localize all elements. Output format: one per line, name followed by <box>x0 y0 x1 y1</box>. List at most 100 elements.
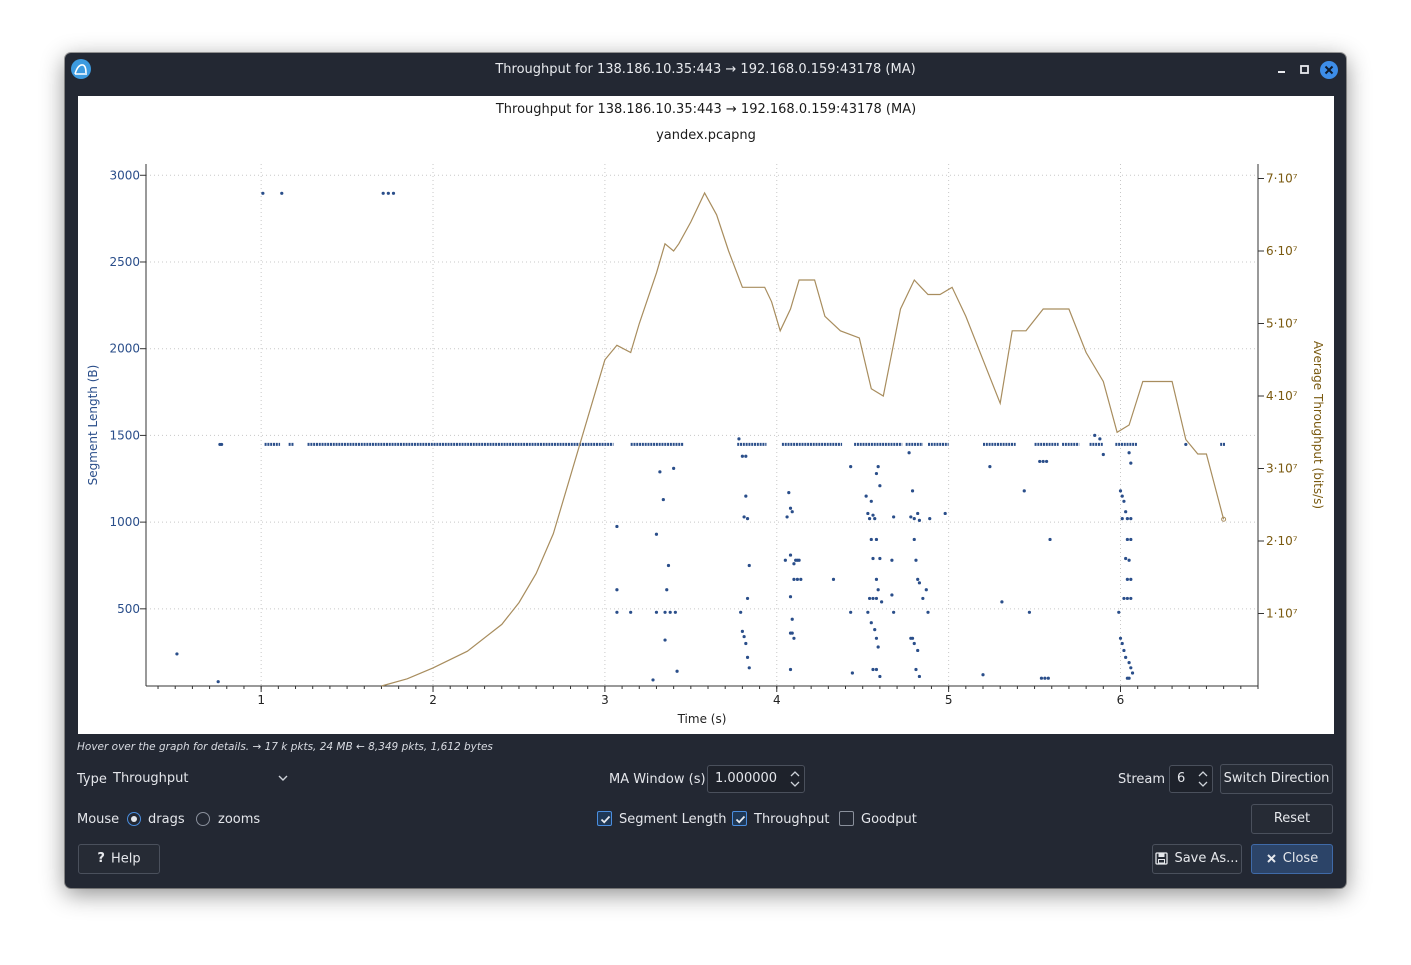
segment-point <box>910 489 915 493</box>
minimize-button[interactable] <box>1273 61 1291 79</box>
segment-length-label[interactable]: Segment Length <box>619 812 726 827</box>
segment-point <box>912 641 916 646</box>
type-select[interactable]: Throughput <box>113 765 293 793</box>
segment-point <box>792 562 796 566</box>
window-close-button[interactable] <box>1320 61 1338 79</box>
segment-point <box>745 596 750 601</box>
segment-point <box>849 465 853 469</box>
segment-point <box>739 610 743 614</box>
switch-direction-button[interactable]: Switch Direction <box>1220 764 1333 794</box>
y-left-axis-label: Segment Length (B) <box>86 365 100 486</box>
segment-point <box>792 577 796 581</box>
spin-arrows-icon[interactable] <box>1197 767 1209 791</box>
minimize-icon <box>1278 71 1285 73</box>
drags-radio[interactable] <box>127 812 141 826</box>
segment-point <box>1038 459 1042 464</box>
x-axis-label: Time (s) <box>677 712 727 726</box>
segment-point <box>1027 610 1032 614</box>
segment-point <box>280 191 284 195</box>
segment-point <box>874 636 879 640</box>
segment-point <box>629 610 633 614</box>
graph-area[interactable]: Throughput for 138.186.10.35:443 → 192.1… <box>78 96 1334 734</box>
segment-point <box>745 655 750 659</box>
segment-point <box>878 674 882 679</box>
zooms-radio[interactable] <box>196 812 210 826</box>
y-left-tick-label: 2500 <box>109 255 140 269</box>
segment-point <box>876 465 880 469</box>
segment-point <box>890 593 894 597</box>
segment-point <box>672 466 676 470</box>
throughput-label[interactable]: Throughput <box>754 812 830 827</box>
throughput-chart[interactable]: 1 2 3 4 5 6 500 1000 1500 2000 2500 3000 1·10⁷ 2·10⁷ 3… <box>78 96 1334 734</box>
segment-point <box>665 588 669 592</box>
segment-point <box>381 191 385 195</box>
y-right-tick-label: 1·10⁷ <box>1266 607 1298 621</box>
save-as-button[interactable]: Save As... <box>1152 844 1242 874</box>
mouse-label: Mouse <box>77 812 120 827</box>
segment-point <box>921 596 925 601</box>
segment-point <box>892 515 896 519</box>
segment-point <box>663 638 667 642</box>
goodput-label[interactable]: Goodput <box>861 812 917 827</box>
segment-point <box>869 537 873 542</box>
segment-point <box>1184 442 1188 447</box>
x-tick-label: 6 <box>1117 693 1125 707</box>
ma-window-spinbox[interactable]: 1.000000 <box>707 765 805 793</box>
close-icon <box>1267 854 1276 863</box>
y-right-axis-label: Average Throughput (bits/s) <box>1311 341 1325 509</box>
throughput-checkbox[interactable] <box>732 811 747 826</box>
segment-length-checkbox[interactable] <box>597 811 612 826</box>
check-icon <box>600 815 611 824</box>
segment-point <box>914 558 918 562</box>
segment-point <box>615 610 619 614</box>
segment-point <box>1122 648 1126 653</box>
close-button[interactable]: Close <box>1251 844 1333 874</box>
segment-point <box>876 588 880 592</box>
segment-point <box>175 652 179 656</box>
y-left-tick-label: 500 <box>117 602 140 616</box>
segment-point <box>866 511 870 516</box>
reset-button[interactable]: Reset <box>1251 804 1333 834</box>
segment-point <box>849 610 853 614</box>
segment-point <box>916 577 920 581</box>
segment-point <box>666 563 671 568</box>
segment-point <box>661 497 665 502</box>
segment-point <box>1046 676 1050 680</box>
segment-point <box>1125 517 1129 521</box>
maximize-button[interactable] <box>1296 61 1314 79</box>
segment-point <box>831 577 836 581</box>
type-value: Throughput <box>113 771 189 786</box>
segment-point <box>910 636 915 640</box>
drags-label[interactable]: drags <box>148 812 185 827</box>
segment-point <box>878 556 882 561</box>
segment-point <box>926 610 930 614</box>
segment-point <box>1127 660 1131 665</box>
zooms-label[interactable]: zooms <box>218 812 260 827</box>
segment-point <box>874 667 879 672</box>
segment-point <box>1125 596 1129 601</box>
segment-point <box>651 678 655 682</box>
segment-point <box>1127 451 1131 455</box>
save-icon <box>1155 852 1169 865</box>
segment-point <box>880 600 884 604</box>
stream-spinbox[interactable]: 6 <box>1169 765 1213 793</box>
segment-point <box>744 494 748 498</box>
segment-point <box>261 191 265 195</box>
stream-value: 6 <box>1177 771 1186 786</box>
spin-arrows-icon[interactable] <box>789 767 801 791</box>
segment-point <box>797 558 801 562</box>
segment-point <box>943 511 947 516</box>
check-icon <box>735 815 746 824</box>
help-button[interactable]: ? Help <box>78 844 160 874</box>
segment-point <box>867 517 872 521</box>
segment-point <box>874 577 879 581</box>
segment-point <box>1048 537 1052 542</box>
segment-point <box>981 673 985 677</box>
segment-point <box>1039 676 1044 680</box>
segment-point <box>1122 499 1126 503</box>
segment-point <box>788 506 793 510</box>
segment-point <box>1120 641 1124 646</box>
goodput-checkbox[interactable] <box>839 811 854 826</box>
segment-point <box>675 669 679 673</box>
segment-point <box>864 494 868 498</box>
